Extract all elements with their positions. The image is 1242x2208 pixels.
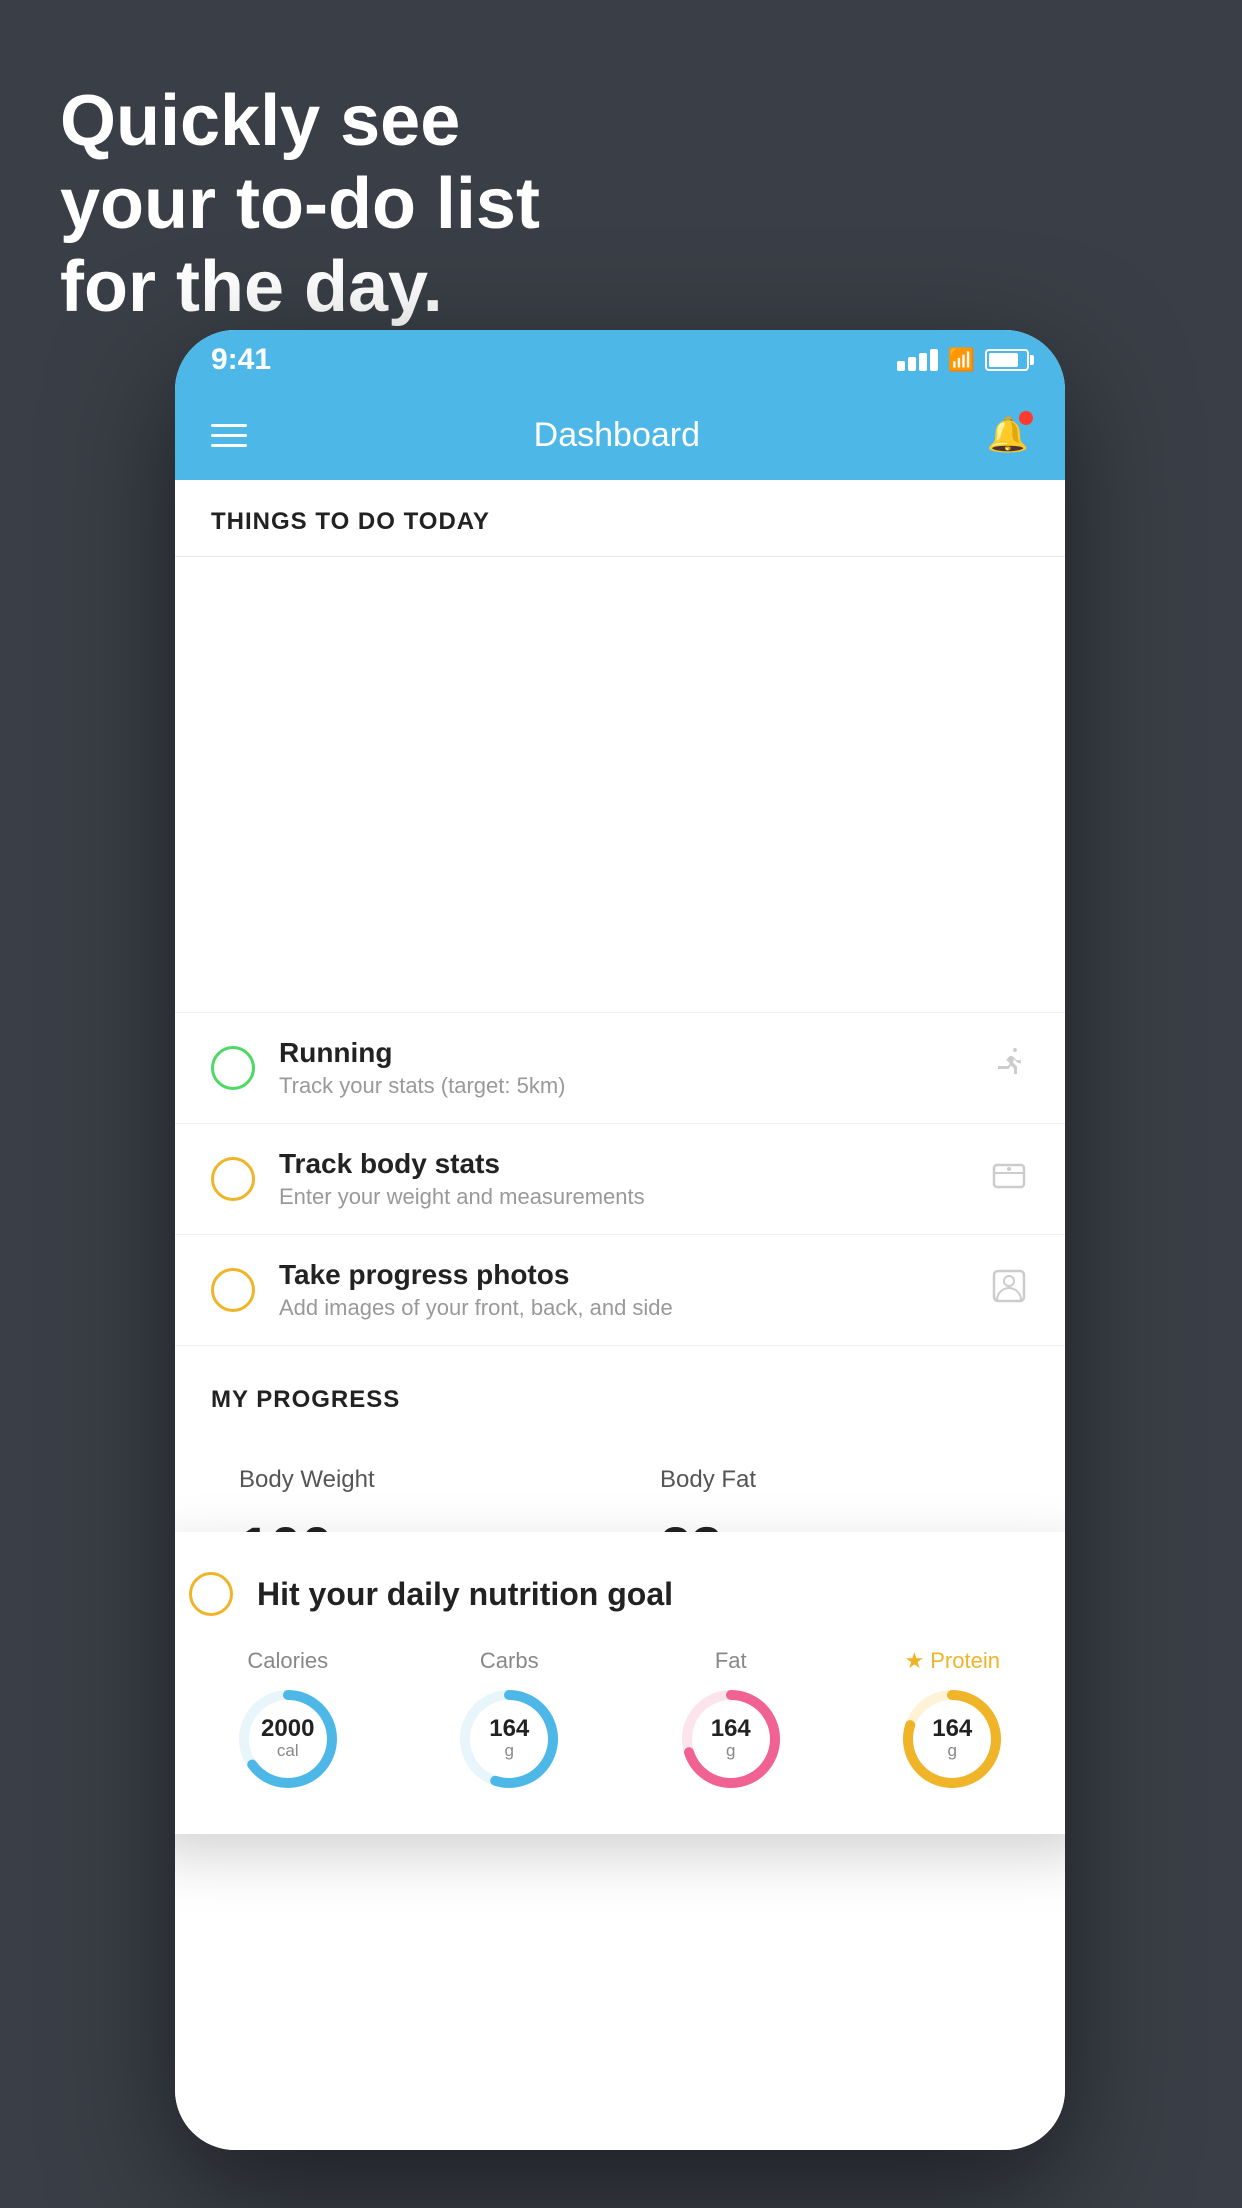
nutrition-item-carbs: Carbs 164 g [454,1648,564,1794]
notification-dot [1019,411,1033,425]
photos-checkbox[interactable] [211,1268,255,1312]
nutrition-popup-card: Hit your daily nutrition goal Calories 2… [175,1532,1065,1834]
carbs-ring: 164 g [454,1684,564,1794]
nutrition-checkbox[interactable] [189,1572,233,1616]
fat-label: Fat [715,1648,747,1674]
nutrition-grid: Calories 2000 cal Carbs [189,1648,1051,1794]
section-title: THINGS TO DO TODAY [211,508,490,535]
person-icon [989,1266,1029,1315]
body-stats-title: Track body stats [279,1148,965,1180]
phone-frame: 9:41 📶 Dashboard 🔔 THINGS T [175,330,1065,2150]
section-header: THINGS TO DO TODAY [175,480,1065,557]
app-header: Dashboard 🔔 [175,390,1065,480]
popup-title: Hit your daily nutrition goal [257,1576,673,1613]
todo-item-body-stats[interactable]: Track body stats Enter your weight and m… [175,1124,1065,1235]
todo-list: Running Track your stats (target: 5km) T… [175,1012,1065,1346]
photos-subtitle: Add images of your front, back, and side [279,1295,965,1321]
todo-item-photos[interactable]: Take progress photos Add images of your … [175,1235,1065,1346]
body-stats-subtitle: Enter your weight and measurements [279,1184,965,1210]
carbs-label: Carbs [480,1648,539,1674]
calories-label: Calories [247,1648,328,1674]
wifi-icon: 📶 [948,347,975,373]
nutrition-item-protein: ★ Protein 164 g [897,1648,1007,1794]
status-time: 9:41 [211,343,271,377]
scale-icon [989,1155,1029,1204]
protein-ring: 164 g [897,1684,1007,1794]
body-stats-content: Track body stats Enter your weight and m… [279,1148,965,1210]
nutrition-item-fat: Fat 164 g [676,1648,786,1794]
header-title: Dashboard [534,416,700,455]
battery-icon [985,349,1029,371]
photos-content: Take progress photos Add images of your … [279,1259,965,1321]
status-icons: 📶 [897,347,1029,373]
notification-button[interactable]: 🔔 [987,415,1029,455]
running-icon [989,1044,1029,1093]
running-content: Running Track your stats (target: 5km) [279,1037,965,1099]
body-fat-card-title: Body Fat [660,1466,1001,1494]
running-subtitle: Track your stats (target: 5km) [279,1073,965,1099]
star-icon: ★ [905,1648,925,1674]
calories-ring: 2000 cal [233,1684,343,1794]
running-title: Running [279,1037,965,1069]
progress-title: MY PROGRESS [211,1386,1029,1414]
signal-icon [897,349,938,371]
status-bar: 9:41 📶 [175,330,1065,390]
fat-ring: 164 g [676,1684,786,1794]
popup-header: Hit your daily nutrition goal [189,1572,1051,1616]
body-stats-checkbox[interactable] [211,1157,255,1201]
menu-button[interactable] [211,424,247,447]
nutrition-item-calories: Calories 2000 cal [233,1648,343,1794]
running-checkbox[interactable] [211,1046,255,1090]
background-headline: Quickly see your to-do list for the day. [60,80,540,328]
todo-item-running[interactable]: Running Track your stats (target: 5km) [175,1013,1065,1124]
body-weight-card-title: Body Weight [239,1466,580,1494]
protein-label: ★ Protein [905,1648,1000,1674]
photos-title: Take progress photos [279,1259,965,1291]
